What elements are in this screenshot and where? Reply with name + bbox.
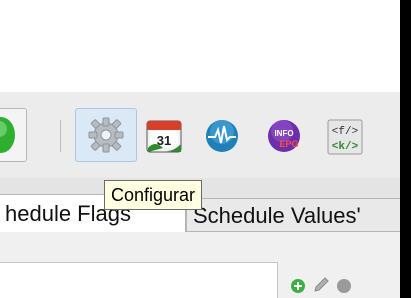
code-tags-icon: <f/> <k/> (327, 119, 363, 155)
toolbar-button-previous[interactable] (0, 108, 27, 162)
schedule-button[interactable]: 31 (145, 118, 182, 153)
monitor-button[interactable] (204, 118, 238, 152)
add-icon[interactable] (290, 278, 306, 294)
toolbar-separator (60, 120, 61, 152)
info-epg-button[interactable]: INFO EPG (266, 118, 300, 152)
toolbar: 31 INFO EPG <f/> <k/> (0, 92, 400, 178)
prev-action-icon (0, 117, 15, 153)
app-window: 31 INFO EPG <f/> <k/> hedule Flags Sched… (0, 0, 400, 298)
code-label-2: <k/> (332, 141, 359, 153)
schedule-field[interactable] (0, 262, 278, 298)
tab-schedule-values[interactable]: Schedule Values' (186, 198, 400, 232)
waveform-icon (206, 120, 238, 152)
code-button[interactable]: <f/> <k/> (326, 118, 363, 155)
epg-label: EPG (279, 139, 298, 149)
settings-tooltip: Configurar (104, 180, 203, 210)
gear-icon (88, 117, 124, 153)
info-icon: INFO EPG (268, 120, 300, 152)
edit-icon[interactable] (312, 276, 330, 294)
calendar-icon: 31 (146, 120, 182, 153)
info-label: INFO (274, 129, 293, 138)
settings-button[interactable] (75, 108, 137, 162)
tab-content (0, 232, 400, 298)
code-label-1: <f/> (332, 126, 358, 138)
title-area (0, 0, 400, 92)
remove-icon[interactable] (336, 278, 352, 294)
